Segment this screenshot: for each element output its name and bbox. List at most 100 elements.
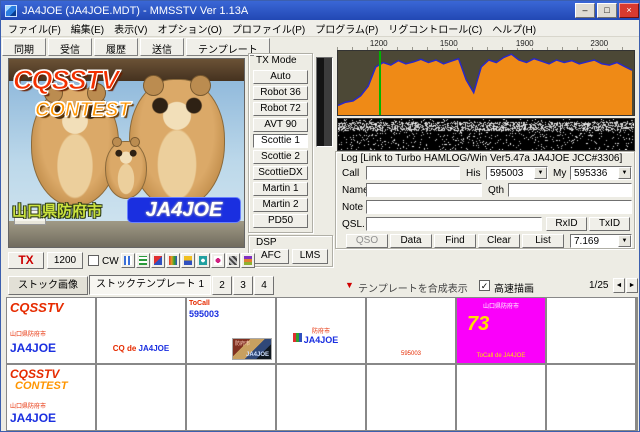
thumb1-city: 山口県防府市: [10, 332, 47, 338]
close-button[interactable]: ×: [619, 3, 639, 18]
tx-tool-8-icon[interactable]: [226, 253, 240, 268]
tx-tool-7-icon[interactable]: [211, 253, 225, 268]
tab-history[interactable]: 履歴: [94, 38, 138, 56]
thumb-cell-12[interactable]: [366, 364, 456, 431]
clear-button[interactable]: Clear: [478, 234, 520, 248]
mode-auto-button[interactable]: Auto: [253, 70, 308, 84]
thumb-cell-8[interactable]: CQSSTV CONTEST 山口県防府市 JA4JOE: [6, 364, 96, 431]
my-dropdown-icon[interactable]: ▼: [618, 167, 631, 179]
tx-mode-label: TX Mode: [254, 55, 299, 66]
thumb-cell-6[interactable]: 山口県防府市 73 ToCall de JA4JOE: [456, 297, 546, 364]
thumb4-call: JA4JOE: [303, 335, 339, 345]
thumb-cell-10[interactable]: [186, 364, 276, 431]
tx-tool-5-icon[interactable]: [181, 253, 195, 268]
name-label: Name: [342, 185, 369, 196]
thumb-cell-14[interactable]: [546, 364, 636, 431]
frequency-combo[interactable]: 7.169 ▼: [570, 234, 632, 248]
cw-checkbox[interactable]: [88, 255, 99, 266]
spectrum-display[interactable]: [337, 50, 635, 116]
thumb-cell-9[interactable]: [96, 364, 186, 431]
tab-stock-template-4[interactable]: 4: [254, 276, 274, 295]
my-number-combo[interactable]: 595336 ▼: [570, 166, 632, 180]
window-title: JA4JOE (JA4JOE.MDT) - MMSSTV Ver 1.13A: [22, 4, 249, 17]
mode-scottie1-button[interactable]: Scottie 1: [253, 134, 308, 148]
list-button[interactable]: List: [522, 234, 564, 248]
mode-pd50-button[interactable]: PD50: [253, 214, 308, 228]
tab-stock-template-2[interactable]: 2: [212, 276, 232, 295]
mode-martin2-button[interactable]: Martin 2: [253, 198, 308, 212]
mode-avt90-button[interactable]: AVT 90: [253, 118, 308, 132]
tx-tool-4-icon[interactable]: [166, 253, 180, 268]
stock-next-page-button[interactable]: ►: [626, 278, 638, 293]
tx-tool-9-icon[interactable]: [241, 253, 255, 268]
waterfall-display[interactable]: [337, 118, 635, 151]
frequency-dropdown-icon[interactable]: ▼: [618, 235, 631, 247]
app-icon: [5, 4, 17, 17]
tx-tool-2-icon[interactable]: [136, 253, 150, 268]
mode-scottiedx-button[interactable]: ScottieDX: [253, 166, 308, 180]
thumb6-73: 73: [467, 313, 490, 335]
maximize-button[interactable]: □: [597, 3, 617, 18]
thumb-cell-1[interactable]: CQSSTV 山口県防府市 JA4JOE: [6, 297, 96, 364]
call-input[interactable]: [366, 166, 460, 180]
thumb8-title: CQSSTV: [10, 367, 60, 381]
find-button[interactable]: Find: [434, 234, 476, 248]
qsl-label: QSL.: [342, 219, 365, 230]
menu-view[interactable]: 表示(V): [109, 20, 152, 37]
txid-button[interactable]: TxID: [589, 217, 630, 231]
stock-prev-page-button[interactable]: ◄: [613, 278, 625, 293]
lms-button[interactable]: LMS: [292, 249, 328, 264]
menu-file[interactable]: ファイル(F): [3, 20, 66, 37]
thumb-cell-11[interactable]: [276, 364, 366, 431]
tx-button[interactable]: TX: [8, 252, 44, 269]
thumb-cell-5[interactable]: 595003: [366, 297, 456, 364]
menu-program[interactable]: プログラム(P): [310, 20, 383, 37]
data-button[interactable]: Data: [390, 234, 432, 248]
qsl-input[interactable]: [366, 217, 542, 231]
note-input[interactable]: [366, 200, 632, 214]
mode-scottie2-button[interactable]: Scottie 2: [253, 150, 308, 164]
mode-martin1-button[interactable]: Martin 1: [253, 182, 308, 196]
mmsstv-window: JA4JOE (JA4JOE.MDT) - MMSSTV Ver 1.13A –…: [0, 0, 640, 432]
menu-profile[interactable]: プロファイル(P): [227, 20, 310, 37]
fast-draw-label: 高速描画: [494, 284, 534, 295]
tab-stock-template-3[interactable]: 3: [233, 276, 253, 295]
minimize-button[interactable]: –: [575, 3, 595, 18]
tone-1200-button[interactable]: 1200: [47, 252, 83, 269]
thumb-cell-13[interactable]: [456, 364, 546, 431]
tx-tool-6-icon[interactable]: [196, 253, 210, 268]
his-number-combo[interactable]: 595003 ▼: [486, 166, 548, 180]
thumb-cell-3[interactable]: ToCall 595003 防府市 JA4JOE: [186, 297, 276, 364]
template-overlay-label[interactable]: テンプレートを合成表示: [358, 280, 468, 295]
menu-help[interactable]: ヘルプ(H): [487, 20, 541, 37]
mode-robot36-button[interactable]: Robot 36: [253, 86, 308, 100]
afc-button[interactable]: AFC: [253, 249, 289, 264]
his-dropdown-icon[interactable]: ▼: [534, 167, 547, 179]
thumb-cell-4[interactable]: 防府市 JA4JOE: [276, 297, 366, 364]
fast-draw-checkbox[interactable]: ✓: [479, 280, 490, 291]
tx-image-preview[interactable]: CQSSTV CONTEST 山口県防府市 JA4JOE: [8, 58, 245, 248]
menu-option[interactable]: オプション(O): [152, 20, 226, 37]
stock-thumbnail-grid: CQSSTV 山口県防府市 JA4JOE CQ de JA4JOE ToCall…: [6, 297, 638, 431]
menu-edit[interactable]: 編集(E): [66, 20, 109, 37]
rxid-button[interactable]: RxID: [546, 217, 587, 231]
thumb-cell-7[interactable]: [546, 297, 636, 364]
cw-label: CW: [102, 256, 119, 267]
mode-robot72-button[interactable]: Robot 72: [253, 102, 308, 116]
menu-rig-control[interactable]: リグコントロール(C): [383, 20, 487, 37]
freq-label-1200: 1200: [368, 39, 389, 48]
template-overlay-marker-icon[interactable]: ▼: [345, 280, 354, 290]
thumb8-city: 山口県防府市: [10, 404, 47, 410]
tx-tool-3-icon[interactable]: [151, 253, 165, 268]
tab-stock-template-1[interactable]: ストックテンプレート 1: [89, 275, 211, 295]
title-bar[interactable]: JA4JOE (JA4JOE.MDT) - MMSSTV Ver 1.13A –…: [1, 1, 639, 20]
tab-sync[interactable]: 同期: [2, 38, 46, 56]
thumb-cell-2[interactable]: CQ de JA4JOE: [96, 297, 186, 364]
tab-stock-images[interactable]: ストック画像: [8, 276, 88, 295]
tx-tool-1-icon[interactable]: [121, 253, 135, 268]
qth-input[interactable]: [508, 183, 632, 197]
qso-button[interactable]: QSO: [346, 234, 388, 248]
tab-rx[interactable]: 受信: [48, 38, 92, 56]
name-input[interactable]: [366, 183, 482, 197]
tab-tx[interactable]: 送信: [140, 38, 184, 56]
